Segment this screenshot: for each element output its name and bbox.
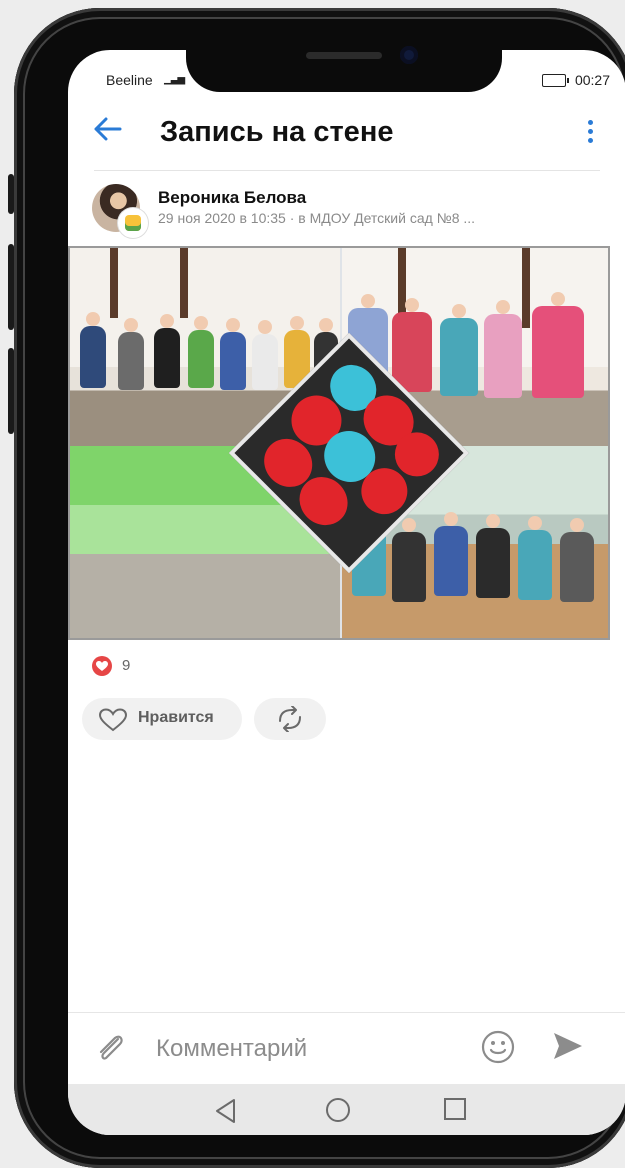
like-button[interactable]: Нравится	[82, 698, 242, 740]
child-figure	[434, 512, 468, 596]
child-figure	[220, 318, 246, 390]
child-figure	[440, 304, 478, 396]
decor-tree	[522, 248, 530, 328]
comment-composer: Комментарий	[68, 1012, 625, 1085]
like-button-label: Нравится	[138, 709, 214, 726]
back-arrow-icon[interactable]	[92, 116, 122, 149]
community-badge	[118, 208, 148, 238]
nav-back-icon[interactable]	[214, 1098, 238, 1129]
child-figure	[476, 514, 510, 598]
heart-icon	[92, 656, 112, 676]
mute-switch	[8, 174, 14, 214]
signal-icon: ▁▃▅	[164, 74, 185, 85]
app-header: Запись на стене	[68, 108, 625, 168]
child-figure	[188, 316, 214, 388]
comment-input[interactable]: Комментарий	[156, 1035, 307, 1063]
repost-button[interactable]	[254, 698, 326, 740]
child-figure	[392, 298, 432, 392]
repost-icon	[274, 705, 306, 737]
front-camera	[400, 46, 418, 64]
decor-tree	[110, 248, 118, 318]
system-nav-bar	[68, 1084, 625, 1135]
child-figure	[392, 518, 426, 602]
child-figure	[532, 292, 584, 398]
author-name[interactable]: Вероника Белова	[158, 188, 306, 208]
screen: Beeline ▁▃▅ 00:27 Запись на стене Верони…	[68, 50, 625, 1135]
header-divider	[94, 170, 600, 171]
child-figure	[118, 318, 144, 390]
page-title: Запись на стене	[160, 116, 394, 148]
nav-home-icon[interactable]	[326, 1098, 350, 1122]
likes-count: 9	[122, 657, 131, 674]
more-vert-icon[interactable]	[588, 120, 594, 147]
emoji-icon[interactable]	[480, 1029, 516, 1070]
child-figure	[154, 314, 180, 388]
battery-icon	[542, 74, 569, 87]
post-photo[interactable]	[68, 246, 610, 640]
child-figure	[484, 300, 522, 398]
post-meta[interactable]: 29 ноя 2020 в 10:35 · в МДОУ Детский сад…	[158, 210, 598, 226]
attach-icon[interactable]	[94, 1031, 126, 1070]
volume-up-button	[8, 244, 14, 330]
earpiece-speaker	[306, 52, 382, 59]
volume-down-button	[8, 348, 14, 434]
child-figure	[560, 518, 594, 602]
decor-tree	[180, 248, 188, 318]
child-figure	[252, 320, 278, 390]
heart-icon	[98, 708, 128, 737]
nav-recent-icon[interactable]	[444, 1098, 466, 1120]
status-time: 00:27	[574, 72, 610, 88]
notch	[186, 38, 502, 92]
child-figure	[80, 312, 106, 388]
send-icon[interactable]	[552, 1031, 584, 1066]
post-author[interactable]: Вероника Белова 29 ноя 2020 в 10:35 · в …	[92, 184, 625, 238]
carrier-label: Beeline	[106, 72, 153, 88]
phone-frame: Beeline ▁▃▅ 00:27 Запись на стене Верони…	[8, 8, 625, 1168]
child-figure	[518, 516, 552, 600]
